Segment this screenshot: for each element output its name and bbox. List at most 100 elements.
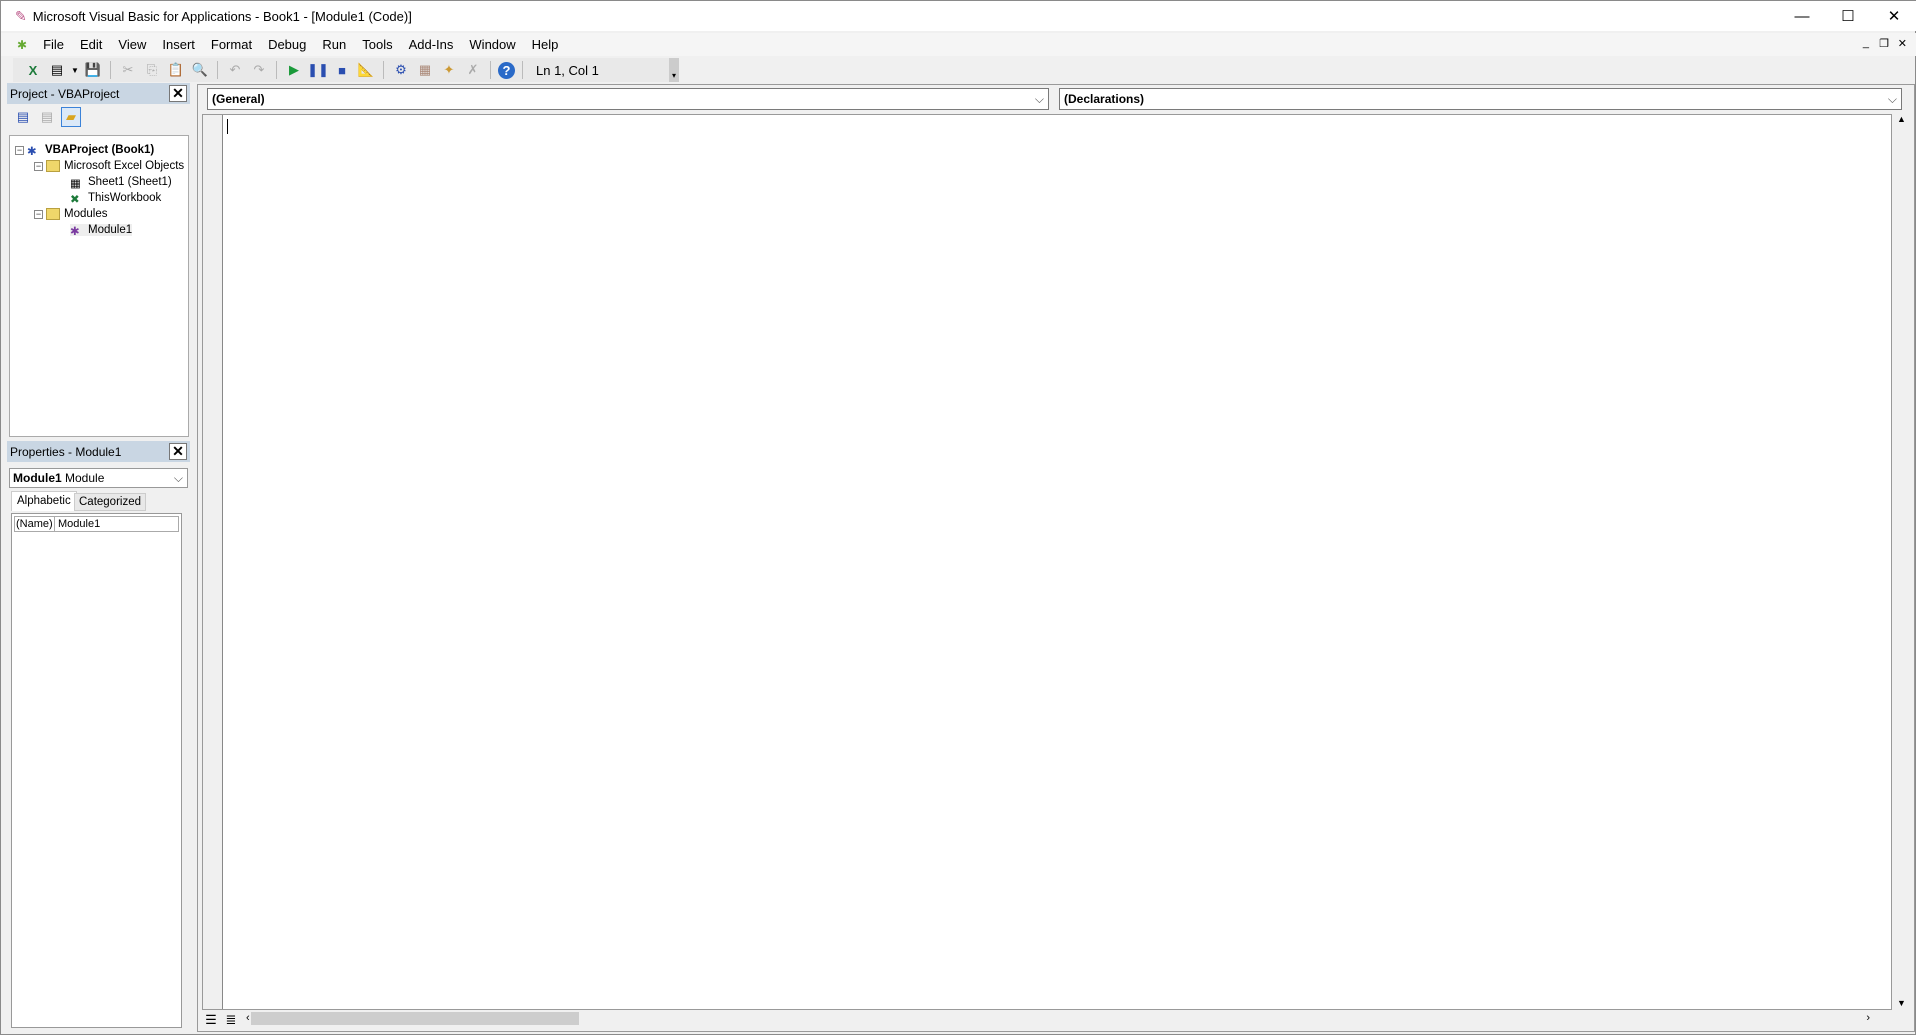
menu-bar: ✱ File Edit View Insert Format Debug Run…: [1, 33, 1916, 56]
tree-node-vbaproject[interactable]: − ✱ VBAProject (Book1): [15, 144, 155, 158]
tree-node-excel-objects[interactable]: − Microsoft Excel Objects: [34, 160, 184, 172]
help-icon[interactable]: ?: [498, 61, 515, 79]
design-mode-icon[interactable]: 📐: [356, 60, 376, 80]
menu-edit[interactable]: Edit: [72, 37, 110, 52]
properties-grid: (Name) Module1: [11, 513, 182, 1028]
object-name: Module1: [13, 471, 62, 485]
title-bar: ✎ Microsoft Visual Basic for Application…: [1, 1, 1916, 31]
object-combo-value: (General): [212, 92, 265, 106]
object-combo[interactable]: (General) ⌵: [207, 88, 1049, 110]
horizontal-scrollbar[interactable]: ‹ ›: [242, 1010, 1892, 1028]
node-label: Modules: [64, 208, 108, 220]
menu-format[interactable]: Format: [203, 37, 260, 52]
scroll-left-icon[interactable]: ‹: [246, 1012, 250, 1024]
workbook-icon: ✖: [70, 194, 80, 206]
properties-window-icon[interactable]: ▦: [415, 60, 435, 80]
menu-window[interactable]: Window: [461, 37, 523, 52]
find-icon[interactable]: 🔍: [190, 60, 210, 80]
scroll-up-icon[interactable]: ▲: [1897, 114, 1906, 124]
project-tree: − ✱ VBAProject (Book1) − Microsoft Excel Ob…: [9, 135, 189, 437]
menu-help[interactable]: Help: [524, 37, 567, 52]
undo-icon[interactable]: ↶: [225, 60, 245, 80]
mdi-close-button[interactable]: ✕: [1898, 37, 1907, 50]
code-editor[interactable]: [202, 114, 1892, 1010]
node-label: Microsoft Excel Objects: [64, 160, 185, 172]
property-row-name[interactable]: (Name) Module1: [14, 516, 179, 532]
break-icon[interactable]: ❚❚: [307, 60, 329, 80]
vba-menu-icon: ✱: [17, 37, 28, 52]
folder-icon: [46, 160, 60, 172]
menu-addins[interactable]: Add-Ins: [401, 37, 462, 52]
node-label: VBAProject (Book1): [45, 144, 155, 156]
folder-icon: [46, 208, 60, 220]
project-pane-header: Project - VBAProject: [7, 83, 190, 104]
properties-pane-header: Properties - Module1: [7, 441, 190, 462]
worksheet-icon: ▦: [70, 178, 81, 190]
menu-file[interactable]: File: [35, 37, 72, 52]
close-button[interactable]: ✕: [1871, 1, 1916, 31]
minimize-button[interactable]: —: [1779, 1, 1825, 31]
project-explorer-icon[interactable]: ⚙: [391, 60, 411, 80]
cut-icon[interactable]: ✂: [118, 60, 138, 80]
project-close-button[interactable]: ✕: [169, 85, 187, 102]
procedure-combo-value: (Declarations): [1064, 92, 1145, 106]
dropdown-arrow-icon[interactable]: ▼: [71, 60, 79, 80]
scroll-down-icon[interactable]: ▼: [1897, 998, 1906, 1008]
toolbox-icon[interactable]: ✗: [463, 60, 483, 80]
view-code-icon[interactable]: ▤: [13, 107, 33, 127]
view-excel-icon[interactable]: X: [23, 60, 43, 80]
object-selector[interactable]: Module1 Module ⌵: [9, 468, 188, 488]
toolbar-options-icon[interactable]: ▾: [669, 58, 679, 82]
object-browser-icon[interactable]: ✦: [439, 60, 459, 80]
object-type: Module: [65, 471, 105, 485]
code-window: (General) ⌵ (Declarations) ⌵ ▲ ▼ ☰ ≣ ‹ ›: [197, 84, 1915, 1032]
full-module-view-icon[interactable]: ≣: [222, 1010, 240, 1030]
standard-toolbar: X ▤ ▼ 💾 ✂ ⎘ 📋 🔍 ↶ ↷ ▶ ❚❚ ■ 📐 ⚙ ▦ ✦ ✗ ? L…: [13, 58, 679, 82]
node-label: Module1: [88, 224, 133, 236]
properties-pane-title: Properties - Module1: [10, 444, 122, 459]
vba-app-icon: ✎: [15, 7, 27, 24]
node-label: ThisWorkbook: [88, 192, 162, 204]
property-name: (Name): [15, 517, 55, 531]
toggle-folders-icon[interactable]: ▰: [61, 107, 81, 127]
vbaproject-icon: ✱: [27, 146, 37, 158]
chevron-down-icon: ⌵: [173, 471, 183, 485]
property-value[interactable]: Module1: [55, 517, 103, 531]
tree-node-modules[interactable]: − Modules: [34, 208, 107, 220]
save-icon[interactable]: 💾: [83, 60, 103, 80]
insert-userform-icon[interactable]: ▤: [47, 60, 67, 80]
view-buttons: ☰ ≣: [202, 1010, 240, 1028]
menu-tools[interactable]: Tools: [354, 37, 400, 52]
module-icon: ✱: [70, 226, 80, 238]
reset-icon[interactable]: ■: [332, 60, 352, 80]
properties-pane: Properties - Module1 ✕ Module1 Module ⌵ …: [7, 441, 190, 1031]
node-label: Sheet1 (Sheet1): [88, 176, 172, 188]
menu-insert[interactable]: Insert: [154, 37, 203, 52]
procedure-view-icon[interactable]: ☰: [202, 1010, 220, 1030]
margin-indicator-bar[interactable]: [203, 115, 223, 1009]
properties-close-button[interactable]: ✕: [169, 443, 187, 460]
menu-view[interactable]: View: [110, 37, 154, 52]
project-pane-title: Project - VBAProject: [10, 86, 120, 101]
view-object-icon[interactable]: ▤: [37, 107, 57, 127]
paste-icon[interactable]: 📋: [166, 60, 186, 80]
chevron-down-icon: ⌵: [1887, 92, 1897, 106]
horizontal-scroll-thumb[interactable]: [251, 1012, 579, 1025]
tab-alphabetic[interactable]: Alphabetic: [11, 491, 77, 511]
tree-node-module1[interactable]: ✱ Module1: [70, 224, 133, 238]
chevron-down-icon: ⌵: [1034, 92, 1044, 106]
procedure-combo[interactable]: (Declarations) ⌵: [1059, 88, 1902, 110]
scroll-right-icon[interactable]: ›: [1866, 1012, 1870, 1024]
tree-node-sheet1[interactable]: ▦ Sheet1 (Sheet1): [70, 176, 172, 190]
maximize-button[interactable]: ☐: [1825, 1, 1871, 31]
copy-icon[interactable]: ⎘: [142, 60, 162, 80]
tab-categorized[interactable]: Categorized: [74, 493, 147, 511]
redo-icon[interactable]: ↷: [249, 60, 269, 80]
menu-debug[interactable]: Debug: [260, 37, 314, 52]
run-icon[interactable]: ▶: [284, 60, 304, 80]
mdi-restore-button[interactable]: ❐: [1879, 37, 1889, 50]
mdi-minimize-button[interactable]: _: [1863, 37, 1869, 49]
tree-node-thisworkbook[interactable]: ✖ ThisWorkbook: [70, 192, 162, 206]
menu-run[interactable]: Run: [314, 37, 354, 52]
vertical-scrollbar[interactable]: ▲ ▼: [1892, 114, 1910, 1010]
